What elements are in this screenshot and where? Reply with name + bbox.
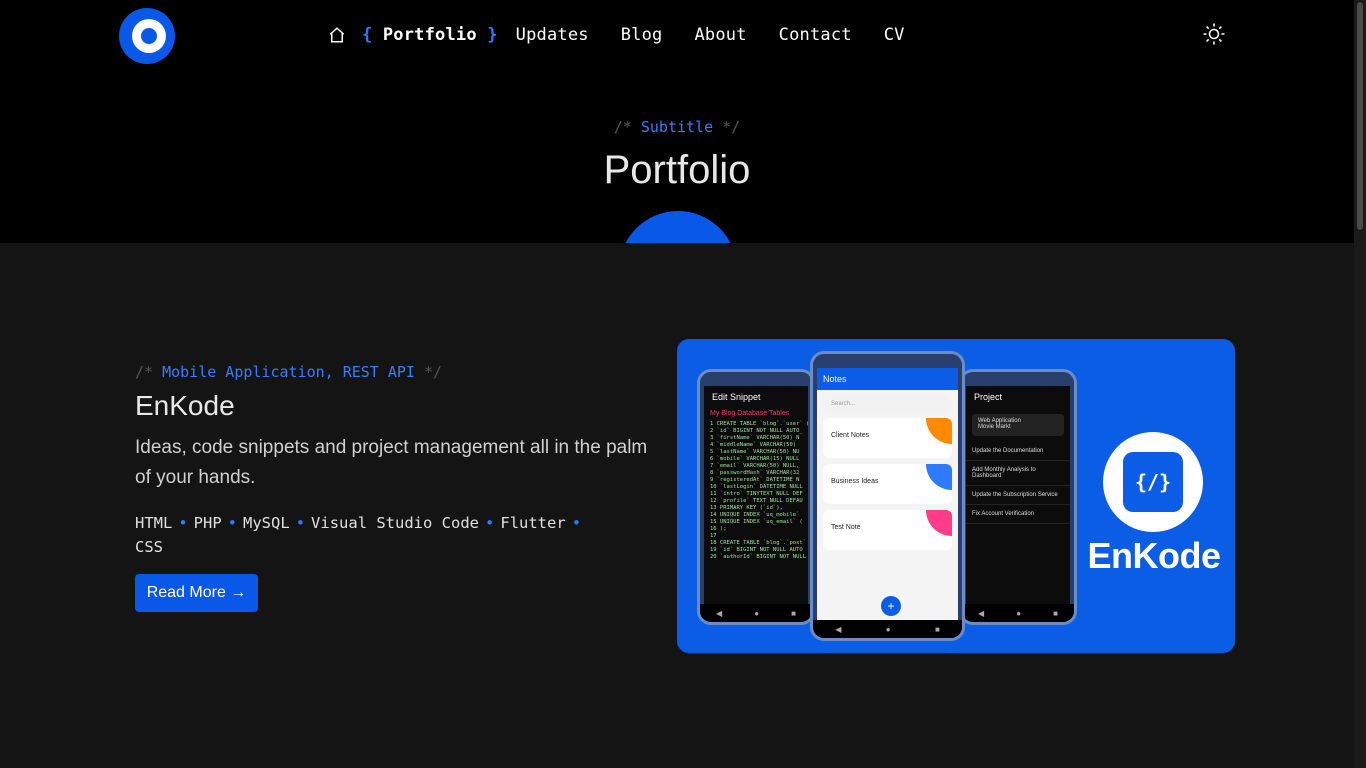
comment-close: */ (722, 118, 741, 136)
code-line: 1 CREATE TABLE `blog`.`user` ( (710, 421, 808, 427)
phone-mockup-notes: Notes Search... Client Notes Business Id… (810, 351, 965, 641)
tech-item: MySQL (243, 514, 290, 532)
hero-decoration-circle (619, 211, 737, 243)
task-item: Update the Documentation (966, 442, 1070, 461)
note-title: Test Note (831, 524, 861, 531)
code-line: 12 `profile` TEXT NULL DEFAU (710, 498, 803, 504)
nav-item-contact[interactable]: Contact (779, 25, 852, 45)
read-more-button[interactable]: Read More → (135, 574, 258, 612)
code-line: 8 `passwordHash` VARCHAR(32 (710, 470, 800, 476)
task-item: Fix Account Verification (966, 505, 1070, 524)
code-line: 2 `id` BIGINT NOT NULL AUTO_ (710, 428, 803, 434)
tech-separator: • (178, 514, 188, 532)
note-card: Client Notes (823, 418, 952, 458)
project-card: Web Application Movie Markt (972, 414, 1064, 436)
phone-screen: Notes Search... Client Notes Business Id… (817, 368, 958, 620)
code-line: 10 `lastLogin` DATETIME NULL (710, 484, 803, 490)
project-section: /* Mobile Application, REST API */ EnKod… (0, 243, 1354, 768)
phone-screen: Project Web Application Movie Markt Upda… (966, 386, 1070, 604)
code-line: 20 `authorId` BIGINT NOT NULL (710, 554, 807, 560)
tech-item: Visual Studio Code (311, 514, 480, 532)
hero-subtitle: /* Subtitle */ (0, 118, 1354, 136)
site-header: { Portfolio } Updates Blog About Contact… (0, 0, 1354, 243)
code-line: 5 `lastName` VARCHAR(50) NU (710, 449, 800, 455)
snippet-heading: My Blog Database Tables (710, 410, 790, 417)
tech-separator: • (485, 514, 495, 532)
note-accent (926, 464, 952, 490)
note-accent (926, 418, 952, 444)
brace-close: } (487, 25, 498, 45)
code-line: 16 ); (710, 526, 727, 532)
code-line: 14 UNIQUE INDEX `uq_mobile` (710, 512, 800, 518)
tech-separator: • (295, 514, 306, 532)
project-title: EnKode (135, 390, 235, 421)
project-tags: /* Mobile Application, REST API */ (135, 363, 442, 381)
note-card: Business Ideas (823, 464, 952, 504)
code-line: 6 `mobile` VARCHAR(15) NULL (710, 456, 800, 462)
code-line: 17 (710, 533, 717, 539)
snippet-title: Edit Snippet (712, 392, 761, 402)
note-title: Client Notes (831, 432, 870, 439)
scrollbar-thumb[interactable] (1357, 2, 1363, 230)
nav-item-updates[interactable]: Updates (516, 25, 589, 45)
app-logo-badge: {/} (1103, 432, 1203, 532)
tech-item: Flutter (500, 514, 566, 532)
page-scrollbar[interactable] (1354, 0, 1366, 768)
note-card: Test Note (823, 510, 952, 550)
nav-item-portfolio[interactable]: { Portfolio } (362, 25, 498, 45)
home-icon[interactable] (326, 24, 348, 46)
project-tech-list: HTML • PHP • MySQL • Visual Studio Code • Flutte… (135, 511, 655, 559)
project-card-value: Movie Markt (978, 424, 1011, 430)
comment-open: /* (613, 118, 632, 136)
note-title: Business Ideas (831, 478, 879, 485)
code-line: 9 `registeredAt` DATETIME N (710, 477, 800, 483)
app-name: EnKode (1087, 535, 1221, 576)
code-line: 15 UNIQUE INDEX `uq_email` ( (710, 519, 803, 525)
nav-item-blog[interactable]: Blog (621, 25, 663, 45)
code-block: 1 CREATE TABLE `blog`.`user` ( 2 `id` BI… (704, 419, 808, 563)
phone-navbar: ◀ ● ■ (700, 604, 812, 622)
tech-item: PHP (193, 514, 222, 532)
phone-mockup-snippet: Edit Snippet My Blog Database Tables 1 C… (697, 369, 815, 625)
task-item: Update the Subscription Service (966, 486, 1070, 505)
tech-separator: • (571, 514, 582, 532)
notes-search: Search... (823, 396, 952, 412)
hero-subtitle-text: Subtitle (640, 118, 714, 136)
comment-open: /* (135, 363, 154, 381)
phone-navbar: ◀ ● ■ (813, 620, 962, 638)
brace-open: { (362, 25, 373, 45)
phone-mockup-project: Project Web Application Movie Markt Upda… (959, 369, 1077, 625)
add-note-fab: + (881, 596, 901, 616)
comment-close: */ (424, 363, 443, 381)
sun-icon[interactable] (1202, 22, 1226, 46)
site-logo[interactable] (119, 8, 175, 64)
code-line: 13 PRIMARY KEY (`id`), (710, 505, 783, 511)
project-showcase-image[interactable]: Edit Snippet My Blog Database Tables 1 C… (677, 339, 1235, 653)
code-line: 4 `middleName` VARCHAR(50) (710, 442, 797, 448)
code-line: 7 `email` VARCHAR(50) NULL, (710, 463, 800, 469)
project-description: Ideas, code snippets and project managem… (135, 437, 648, 488)
code-line: 3 `firstName` VARCHAR(50) N (710, 435, 800, 441)
project-screen-title: Project (974, 392, 1003, 402)
code-line: 18 CREATE TABLE `blog`.`post` ( (710, 540, 808, 546)
tech-item: HTML (135, 514, 173, 532)
project-tags-text: Mobile Application, REST API (162, 363, 415, 381)
task-item: Add Monthly Analysis to Dashboard (966, 461, 1070, 486)
tech-item: CSS (135, 538, 163, 556)
tech-separator: • (227, 514, 238, 532)
code-line: 11 `intro` TINYTEXT NULL DEF (710, 491, 803, 497)
phone-navbar: ◀ ● ■ (962, 604, 1074, 622)
nav-item-about[interactable]: About (694, 25, 746, 45)
code-line: 19 `id` BIGINT NOT NULL AUTO (710, 547, 803, 553)
main-nav: { Portfolio } Updates Blog About Contact… (326, 22, 937, 48)
code-brackets-icon: {/} (1123, 452, 1183, 512)
nav-label: Portfolio (382, 25, 477, 45)
phone-screen: Edit Snippet My Blog Database Tables 1 C… (704, 386, 808, 604)
note-accent (926, 510, 952, 536)
nav-item-cv[interactable]: CV (884, 25, 905, 45)
notes-appbar: Notes (817, 368, 958, 390)
page-title: Portfolio (603, 148, 751, 192)
